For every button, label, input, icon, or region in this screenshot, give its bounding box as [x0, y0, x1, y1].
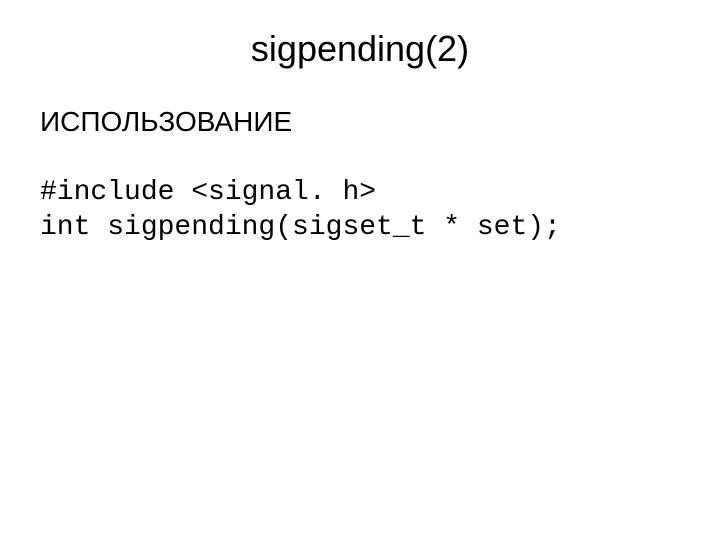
code-line-1: #include <signal. h>: [40, 177, 376, 208]
code-block: #include <signal. h> int sigpending(sigs…: [40, 140, 680, 245]
slide-title: sigpending(2): [40, 28, 680, 70]
code-line-2: int sigpending(sigset_t * set);: [40, 212, 561, 243]
section-heading: ИСПОЛЬЗОВАНИЕ: [40, 106, 680, 138]
